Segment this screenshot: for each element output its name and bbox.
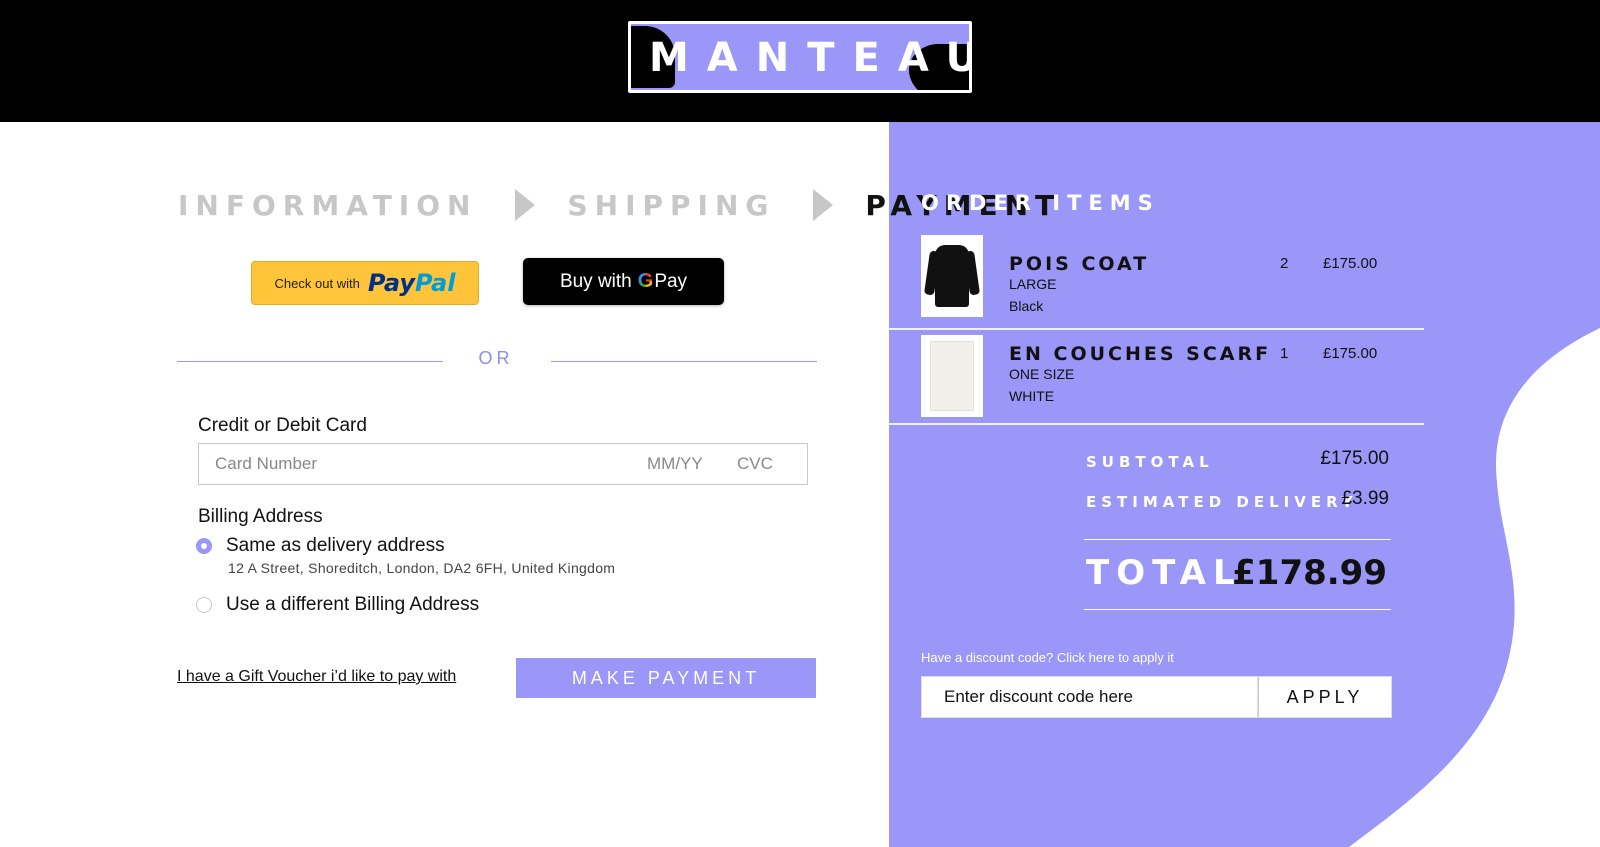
billing-address-label: Billing Address <box>198 506 323 527</box>
step-arrow-icon <box>515 189 536 221</box>
paypal-button-prefix: Check out with <box>274 275 360 291</box>
card-input-group <box>198 443 808 485</box>
divider-line-left <box>177 361 443 362</box>
brand-logo[interactable]: MANTEAU <box>628 21 972 93</box>
item-color: Black <box>1009 298 1044 314</box>
totals-divider-bottom <box>1084 609 1391 610</box>
scarf-thumbnail-shape <box>930 341 974 411</box>
coat-thumbnail-shape <box>935 245 969 307</box>
card-number-input[interactable] <box>215 444 615 484</box>
total-value: £178.99 <box>1232 553 1387 593</box>
panel-wave-shape <box>1349 328 1600 847</box>
order-item: EN COUCHES SCARF ONE SIZE WHITE 1 £175.0… <box>889 335 1424 417</box>
black-coat-image[interactable] <box>921 235 983 317</box>
estimated-delivery-value: £3.99 <box>1341 488 1389 509</box>
order-summary-panel <box>889 122 1600 847</box>
step-shipping[interactable]: SHIPPING <box>567 189 775 222</box>
item-quantity: 1 <box>1280 345 1289 362</box>
billing-same-label: Same as delivery address <box>226 535 445 556</box>
google-pay-button[interactable]: Buy with G Pay <box>523 258 724 305</box>
billing-same-option[interactable]: Same as delivery address <box>196 535 445 557</box>
item-quantity: 2 <box>1280 255 1289 272</box>
subtotal-label: SUBTOTAL <box>1086 453 1214 471</box>
paypal-checkout-button[interactable]: Check out with PayPal <box>251 261 479 305</box>
card-section-label: Credit or Debit Card <box>198 415 367 436</box>
gpay-prefix: Buy with <box>559 270 632 292</box>
step-arrow-icon <box>813 189 834 221</box>
divider-line-right <box>551 361 817 362</box>
item-name: POIS COAT <box>1009 253 1150 275</box>
brand-name: MANTEAU <box>649 35 972 81</box>
order-item: POIS COAT LARGE Black 2 £175.00 <box>889 235 1424 317</box>
totals-divider-top <box>1084 539 1391 540</box>
item-divider <box>889 423 1424 425</box>
card-cvc-input[interactable] <box>737 444 797 484</box>
radio-unchecked-icon[interactable] <box>196 597 212 613</box>
discount-code-hint-link[interactable]: Have a discount code? Click here to appl… <box>921 650 1174 665</box>
radio-checked-icon[interactable] <box>196 538 212 554</box>
delivery-address-text: 12 A Street, Shoreditch, London, DA2 6FH… <box>228 560 616 576</box>
total-label: TOTAL <box>1086 553 1242 593</box>
billing-different-label: Use a different Billing Address <box>226 594 480 615</box>
item-size: LARGE <box>1009 276 1057 292</box>
step-information[interactable]: INFORMATION <box>178 189 477 222</box>
make-payment-button[interactable]: MAKE PAYMENT <box>516 658 816 698</box>
discount-code-input[interactable] <box>921 676 1258 718</box>
paypal-logo-pal: Pal <box>414 269 456 297</box>
item-name: EN COUCHES SCARF <box>1009 343 1272 365</box>
estimated-delivery-label: ESTIMATED DELIVERY <box>1086 493 1358 511</box>
white-scarf-image[interactable] <box>921 335 983 417</box>
item-color: WHITE <box>1009 388 1055 404</box>
paypal-logo: PayPal <box>368 269 456 297</box>
item-price: £175.00 <box>1323 255 1378 272</box>
subtotal-value: £175.00 <box>1320 448 1389 469</box>
gpay-suffix: Pay <box>654 270 688 292</box>
or-divider-text: OR <box>478 348 514 368</box>
item-price: £175.00 <box>1323 345 1378 362</box>
item-size: ONE SIZE <box>1009 366 1075 382</box>
item-divider <box>889 328 1424 330</box>
order-items-title: ORDER ITEMS <box>921 191 1160 215</box>
site-header: MANTEAU <box>0 0 1600 122</box>
google-g-icon: G <box>637 270 654 292</box>
apply-discount-button[interactable]: APPLY <box>1258 676 1392 718</box>
billing-different-option[interactable]: Use a different Billing Address <box>196 594 479 616</box>
card-expiry-input[interactable] <box>647 444 717 484</box>
gift-voucher-link[interactable]: I have a Gift Voucher i’d like to pay wi… <box>177 668 456 686</box>
paypal-logo-pay: Pay <box>367 269 415 297</box>
